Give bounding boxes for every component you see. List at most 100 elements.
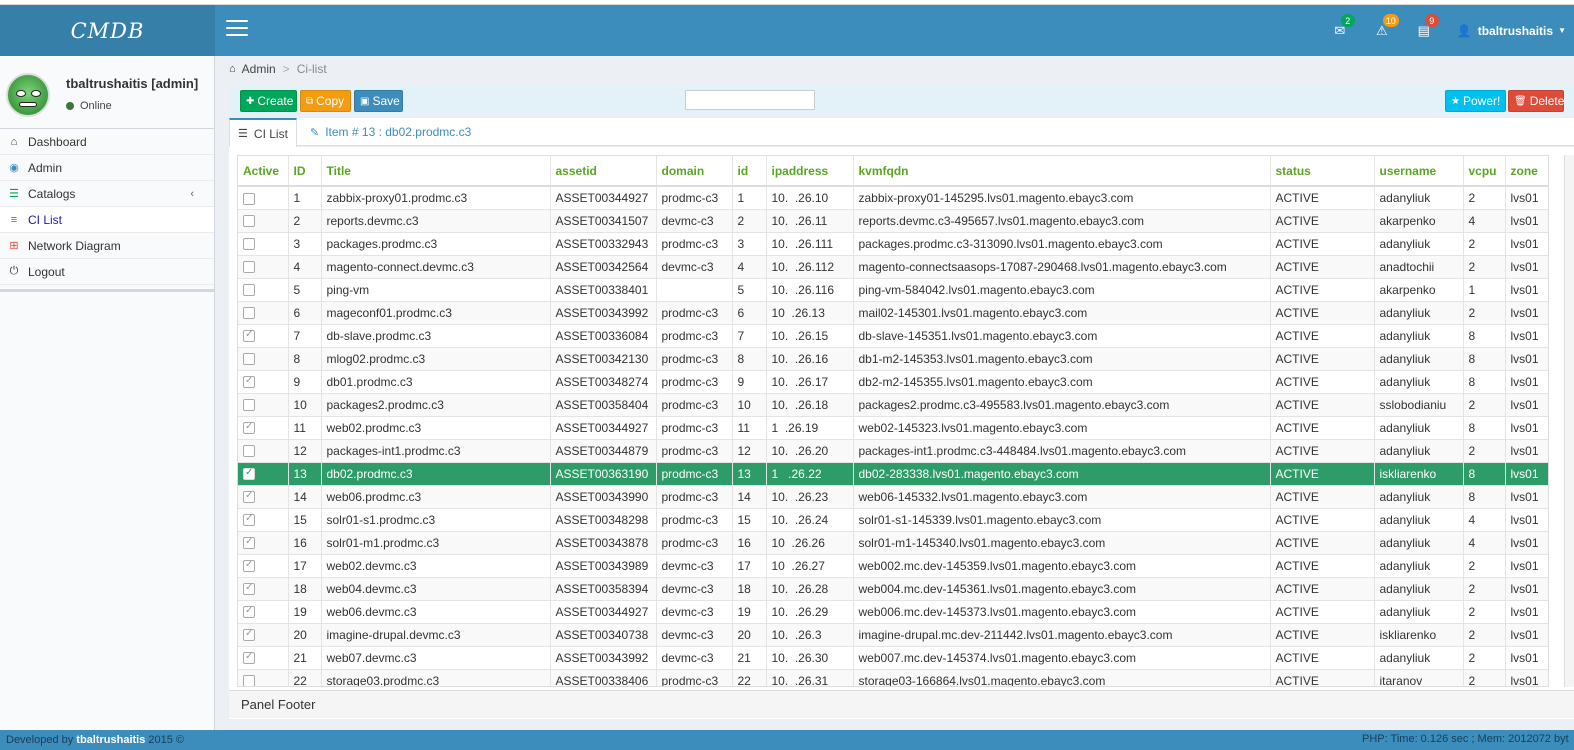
alerts-button[interactable]: ⚠ 10 [1361,5,1403,56]
sidebar-item-catalogs[interactable]: ☰ Catalogs ‹ [0,181,214,207]
table-row[interactable]: 7db-slave.prodmc.c3ASSET00336084prodmc-c… [238,324,1548,348]
table-row[interactable]: 2 reports.devmc.c3 ASSET00341507 devmc-c3 2 1… [238,209,1548,233]
column-header[interactable]: vcpu [1463,156,1506,187]
sidebar-item-dashboard[interactable]: ⌂ Dashboard [0,129,214,155]
footer-author-link[interactable]: tbaltrushaitis [76,734,145,746]
tasks-button[interactable]: ▤ 9 [1403,5,1445,56]
ci-table-container[interactable]: Active ID Title assetid domain id ipaddress kvm… [237,155,1549,687]
power-button[interactable]: ★ Power! [1445,90,1506,112]
table-row[interactable]: 9db01.prodmc.c3ASSET00348274prodmc-c3910… [238,370,1548,394]
active-checkbox[interactable] [243,375,255,389]
table-row[interactable]: 16solr01-m1.prodmc.c3ASSET00343878prodmc… [238,531,1548,555]
column-header[interactable]: Title [321,156,551,187]
sidebar-item-network-diagram[interactable]: ⊞ Network Diagram [0,233,214,259]
save-button[interactable]: ▣ Save [354,90,403,112]
column-header[interactable]: domain [656,156,733,187]
column-header[interactable]: ID [288,156,322,187]
sidebar-toggle-icon[interactable] [226,20,248,38]
cell-assetid: ASSET00348274 [550,370,657,394]
table-row[interactable]: 12 packages-int1.prodmc.c3 ASSET00344879 pr… [238,439,1548,463]
active-checkbox[interactable] [243,559,255,573]
table-row[interactable]: 3 packages.prodmc.c3 ASSET00332943 prodmc-c… [238,232,1548,256]
sidebar-item-logout[interactable]: ⏻ Logout [0,259,214,285]
table-row[interactable]: 4 magento-connect.devmc.c3 ASSET00342564 de… [238,255,1548,279]
table-row[interactable]: 10 packages2.prodmc.c3 ASSET00358404 prodmc… [238,393,1548,417]
table-row[interactable]: 1 zabbix-proxy01.prodmc.c3 ASSET00344927 pr… [238,186,1548,210]
cell-domain: prodmc-c3 [656,324,733,348]
active-checkbox[interactable] [243,605,255,619]
user-menu-button[interactable]: 👤 tbaltrushaitis ▼ [1445,5,1574,56]
table-row[interactable]: 19web06.devmc.c3ASSET00344927devmc-c3191… [238,600,1548,624]
cell-title: ping-vm [321,278,551,302]
cell-ip: 10. .26.18 [766,393,854,417]
table-row[interactable]: 13db02.prodmc.c3ASSET00363190prodmc-c313… [238,462,1548,486]
active-checkbox[interactable] [243,651,255,665]
messages-button[interactable]: ✉ 2 [1319,5,1361,56]
active-checkbox[interactable] [243,628,255,642]
table-row[interactable]: 14web06.prodmc.c3ASSET00343990prodmc-c31… [238,485,1548,509]
table-scrollbar[interactable] [1564,155,1574,687]
app-logo[interactable]: CMDB [0,5,215,56]
sidebar-item-admin[interactable]: ◉ Admin [0,155,214,181]
column-header[interactable]: username [1374,156,1464,187]
active-checkbox[interactable] [243,192,255,205]
table-row[interactable]: 15solr01-s1.prodmc.c3ASSET00348298prodmc… [238,508,1548,532]
cell-domain: prodmc-c3 [656,462,733,486]
cell-vcpu: 2 [1463,255,1506,279]
active-checkbox[interactable] [243,215,255,228]
active-checkbox[interactable] [243,307,255,320]
table-row[interactable]: 22 storage03.prodmc.c3 ASSET00338406 prodmc… [238,669,1548,686]
copy-button[interactable]: ⧉ Copy [300,90,351,112]
table-row[interactable]: 6 mageconf01.prodmc.c3 ASSET00343992 prodmc… [238,301,1548,325]
cell-assetid: ASSET00336084 [550,324,657,348]
tab-ci-list[interactable]: ☰ CI List [229,118,297,147]
active-checkbox[interactable] [243,675,255,686]
search-input[interactable] [685,90,815,110]
table-row[interactable]: 5 ping-vm ASSET00338401 5 10. .26.116 ping-vm… [238,278,1548,302]
column-header[interactable]: Active [238,156,289,187]
active-checkbox[interactable] [243,353,255,366]
column-header[interactable]: status [1270,156,1375,187]
cell-username: iskliarenko [1374,462,1464,486]
active-checkbox[interactable] [243,399,255,412]
table-row[interactable]: 11web02.prodmc.c3ASSET00344927prodmc-c31… [238,416,1548,440]
column-header[interactable]: zone [1505,156,1548,187]
column-header[interactable]: kvmfqdn [853,156,1271,187]
active-checkbox[interactable] [243,490,255,504]
active-checkbox[interactable] [243,329,255,343]
active-cell [238,301,289,325]
active-checkbox[interactable] [243,445,255,458]
column-header[interactable]: assetid [550,156,657,187]
cell-zone: lvs01 [1505,186,1548,210]
table-row[interactable]: 8 mlog02.prodmc.c3 ASSET00342130 prodmc-c3 8… [238,347,1548,371]
cell-username: adanyliuk [1374,347,1464,371]
cell-title: db-slave.prodmc.c3 [321,324,551,348]
cell-status: ACTIVE [1270,577,1375,601]
cell-assetid: ASSET00332943 [550,232,657,256]
cell-title: zabbix-proxy01.prodmc.c3 [321,186,551,210]
active-checkbox[interactable] [243,421,255,435]
create-label: Create [257,94,294,108]
active-checkbox[interactable] [243,284,255,297]
table-row[interactable]: 17web02.devmc.c3ASSET00343989devmc-c3171… [238,554,1548,578]
active-checkbox[interactable] [243,261,255,274]
sidebar-item-ci-list[interactable]: ≡ CI List [0,207,214,233]
create-button[interactable]: ✚ Create [240,90,297,112]
cell-id: 3 [288,232,322,256]
breadcrumb-root[interactable]: Admin [242,62,276,76]
active-checkbox[interactable] [243,238,255,251]
active-checkbox[interactable] [243,582,255,596]
table-row[interactable]: 21web07.devmc.c3ASSET00343992devmc-c3211… [238,646,1548,670]
table-row[interactable]: 20imagine-drupal.devmc.c3ASSET00340738de… [238,623,1548,647]
cell-ip: 10. .26.17 [766,370,854,394]
column-header[interactable]: ipaddress [766,156,854,187]
active-checkbox[interactable] [243,467,255,481]
delete-button[interactable]: 🗑 Delete [1508,90,1564,112]
table-row[interactable]: 18web04.devmc.c3ASSET00358394devmc-c3181… [238,577,1548,601]
tab-item-detail[interactable]: ✎ Item # 13 : db02.prodmc.c3 [310,118,471,146]
column-header[interactable]: id [732,156,767,187]
active-checkbox[interactable] [243,513,255,527]
cell-zone: lvs01 [1505,232,1548,256]
active-checkbox[interactable] [243,536,255,550]
cell-vcpu: 8 [1463,370,1506,394]
